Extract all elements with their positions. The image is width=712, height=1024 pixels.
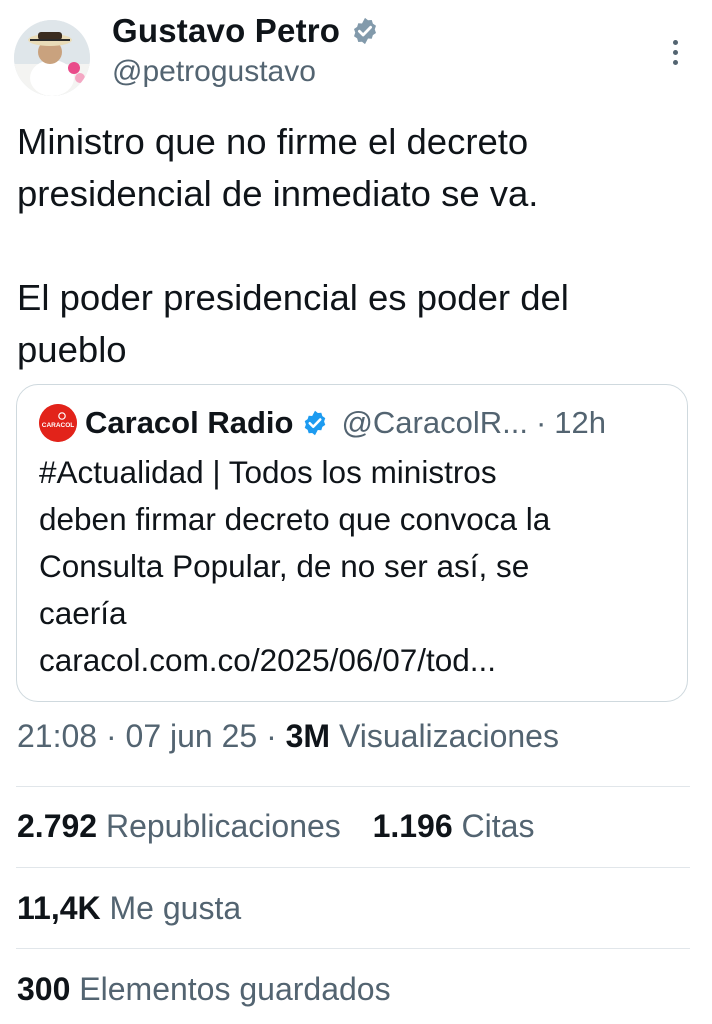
author-avatar[interactable] xyxy=(14,20,90,96)
meta-separator: · xyxy=(105,718,117,754)
quoted-tweet-text: #Actualidad | Todos los ministros deben … xyxy=(39,449,679,684)
quoted-text-line: Consulta Popular, de no ser así, se xyxy=(39,548,530,584)
bookmarks-stat[interactable]: 300 Elementos guardados xyxy=(17,971,391,1008)
author-handle[interactable]: @petrogustavo xyxy=(112,55,316,89)
tweet-paragraph: Ministro que no firme el decreto preside… xyxy=(17,121,539,214)
tweet-date[interactable]: 07 jun 25 xyxy=(126,718,258,754)
reposts-stat[interactable]: 2.792 Republicaciones xyxy=(17,808,350,844)
divider xyxy=(16,948,690,949)
meta-separator: · xyxy=(266,718,277,754)
quoted-author-handle: @CaracolR... xyxy=(341,405,528,440)
quotes-count: 1.196 xyxy=(372,808,453,844)
tweet-text: Ministro que no firme el decreto preside… xyxy=(17,116,687,376)
views-count: 3M xyxy=(285,718,331,754)
verified-badge-icon[interactable] xyxy=(350,16,380,46)
quoted-text-line: deben firmar decreto que convoca la xyxy=(39,501,551,537)
views-label: Visualizaciones xyxy=(338,718,559,754)
author-name[interactable]: Gustavo Petro xyxy=(112,12,380,50)
quoted-author-name[interactable]: Caracol Radio xyxy=(85,405,293,441)
likes-count: 11,4K xyxy=(17,890,101,926)
reposts-count: 2.792 xyxy=(17,808,98,844)
divider xyxy=(16,867,690,868)
likes-stat[interactable]: 11,4K Me gusta xyxy=(17,890,241,927)
quoted-text-line: caería xyxy=(39,595,127,631)
tweet-detail: Gustavo Petro @petrogustavo Ministro que… xyxy=(0,0,712,1024)
bookmarks-label: Elementos guardados xyxy=(79,971,391,1007)
quoted-separator: · xyxy=(535,405,547,440)
quoted-author-avatar[interactable]: CARACOL xyxy=(39,404,77,442)
reposts-quotes-row: 2.792 Republicaciones 1.196 Citas xyxy=(17,808,534,845)
quoted-link[interactable]: caracol.com.co/2025/06/07/tod... xyxy=(39,637,679,684)
likes-label: Me gusta xyxy=(109,890,242,926)
quoted-text-line: #Actualidad | Todos los ministros xyxy=(39,454,497,490)
bookmarks-count: 300 xyxy=(17,971,71,1007)
quoted-tweet-header: CARACOL Caracol Radio @CaracolR... · 12h xyxy=(39,403,606,443)
quotes-label: Citas xyxy=(461,808,535,844)
author-name-text[interactable]: Gustavo Petro xyxy=(112,12,340,50)
reposts-label: Republicaciones xyxy=(105,808,341,844)
quoted-timestamp[interactable]: 12h xyxy=(554,405,606,441)
tweet-meta: 21:08 · 07 jun 25 · 3M Visualizaciones xyxy=(17,718,559,755)
quoted-avatar-logo-text: CARACOL xyxy=(42,422,75,429)
divider xyxy=(16,786,690,787)
quoted-tweet-card[interactable]: CARACOL Caracol Radio @CaracolR... · 12h… xyxy=(16,384,688,702)
verified-badge-icon xyxy=(301,409,329,437)
tweet-time[interactable]: 21:08 xyxy=(17,718,97,754)
tweet-paragraph: El poder presidencial es poder del puebl… xyxy=(17,277,569,370)
more-vertical-icon[interactable] xyxy=(662,34,688,70)
quotes-stat[interactable]: 1.196 Citas xyxy=(373,808,535,844)
